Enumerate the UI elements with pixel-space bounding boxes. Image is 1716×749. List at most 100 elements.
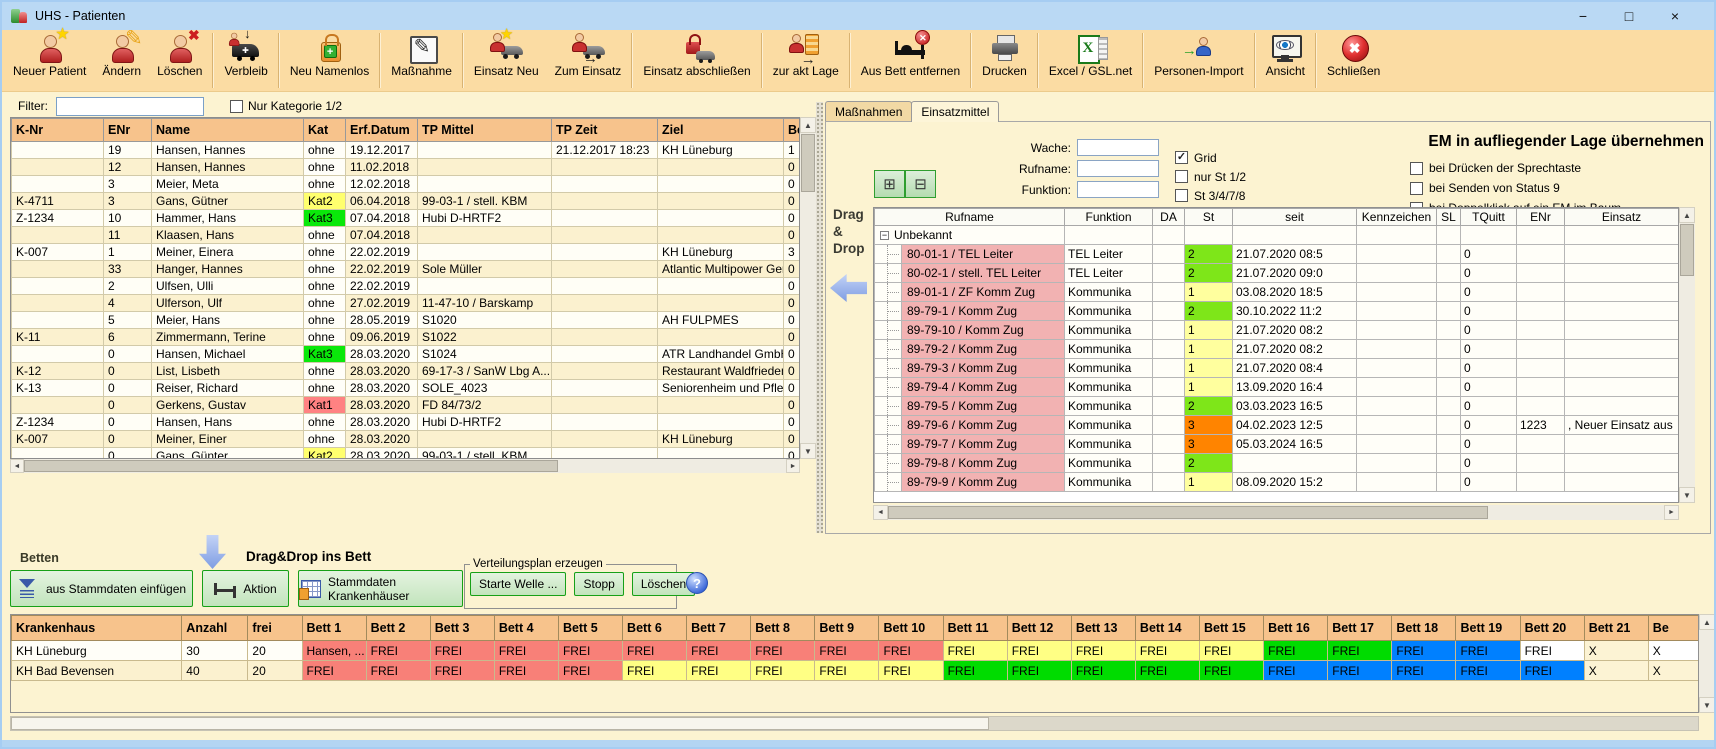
scroll-right-icon[interactable]: ► — [1664, 505, 1679, 520]
bed-cell[interactable]: FREI — [1328, 661, 1392, 681]
stopp-button[interactable]: Stopp — [574, 572, 623, 596]
em-row[interactable]: 80-02-1 / stell. TEL LeiterTEL Leiter221… — [875, 264, 1679, 283]
bed-cell[interactable]: FREI — [1264, 661, 1328, 681]
bed-cell[interactable]: FREI — [943, 641, 1007, 661]
patient-row[interactable]: K-47113Gans, GütnerKat206.04.201899-03-1… — [12, 193, 801, 210]
patients-hscrollbar[interactable]: ◄ ► — [10, 459, 800, 473]
tab-einsatzmittel[interactable]: Einsatzmittel — [911, 101, 999, 122]
bed-cell[interactable]: FREI — [943, 661, 1007, 681]
column-header-einsatz[interactable]: Einsatz — [1565, 209, 1679, 226]
toolbar-button-aus-bett-entfernen[interactable]: Aus Bett entfernen — [853, 30, 968, 91]
column-header-be[interactable]: Be — [1648, 616, 1699, 641]
scroll-up-icon[interactable]: ▲ — [1699, 614, 1715, 630]
bed-cell[interactable]: FREI — [1520, 641, 1584, 661]
scroll-down-icon[interactable]: ▼ — [1679, 487, 1695, 503]
beds-vscrollbar[interactable]: ▲ ▼ — [1699, 614, 1715, 713]
column-header-bett-7[interactable]: Bett 7 — [687, 616, 751, 641]
bed-cell[interactable]: Hansen, ... — [302, 641, 366, 661]
wache-input[interactable] — [1077, 139, 1159, 156]
toolbar-button-neu-namenlos[interactable]: Neu Namenlos — [282, 30, 377, 91]
patient-row[interactable]: 0Hansen, MichaelKat328.03.2020S1024ATR L… — [12, 346, 801, 363]
column-header-enr[interactable]: ENr — [104, 119, 152, 142]
bed-cell[interactable]: FREI — [1328, 641, 1392, 661]
column-header-frei[interactable]: frei — [248, 616, 302, 641]
column-header-bett-18[interactable]: Bett 18 — [1392, 616, 1456, 641]
scroll-up-icon[interactable]: ▲ — [800, 117, 816, 133]
filter-input[interactable] — [56, 97, 204, 116]
bed-cell[interactable]: FREI — [751, 661, 815, 681]
bed-cell[interactable]: FREI — [815, 641, 879, 661]
rufname-input[interactable] — [1077, 160, 1159, 177]
bed-cell[interactable]: FREI — [366, 641, 430, 661]
em-row[interactable]: 89-79-5 / Komm ZugKommunika203.03.2023 1… — [875, 397, 1679, 416]
column-header-bett-14[interactable]: Bett 14 — [1135, 616, 1199, 641]
bed-cell[interactable]: FREI — [1071, 641, 1135, 661]
column-header-st[interactable]: St — [1185, 209, 1233, 226]
toolbar-button-ansicht[interactable]: Ansicht — [1258, 30, 1313, 91]
em-row[interactable]: 89-79-3 / Komm ZugKommunika121.07.2020 0… — [875, 359, 1679, 378]
em-row[interactable]: 89-79-8 / Komm ZugKommunika20 — [875, 454, 1679, 473]
bed-cell[interactable]: FREI — [879, 661, 943, 681]
close-button[interactable]: × — [1652, 3, 1698, 29]
aktion-button[interactable]: Aktion — [202, 570, 289, 607]
em-row[interactable]: 89-79-2 / Komm ZugKommunika121.07.2020 0… — [875, 340, 1679, 359]
toolbar-button-excel-gsl-net[interactable]: Excel / GSL.net — [1041, 30, 1140, 91]
patient-row[interactable]: 3Meier, Metaohne12.02.20180 — [12, 176, 801, 193]
column-header-bett-20[interactable]: Bett 20 — [1520, 616, 1584, 641]
column-header-enr[interactable]: ENr — [1517, 209, 1565, 226]
toolbar-button-neuer-patient[interactable]: Neuer Patient — [5, 30, 94, 91]
toolbar-button-zur-akt-lage[interactable]: zur akt Lage — [765, 30, 847, 91]
scroll-up-icon[interactable]: ▲ — [1679, 207, 1695, 223]
bed-cell[interactable]: X — [1584, 641, 1648, 661]
bed-cell[interactable]: X — [1584, 661, 1648, 681]
bed-cell[interactable]: FREI — [751, 641, 815, 661]
aus-stammdaten-einfuegen-button[interactable]: aus Stammdaten einfügen — [10, 570, 193, 607]
column-header-tp-mittel[interactable]: TP Mittel — [418, 119, 552, 142]
toolbar-button-zum-einsatz[interactable]: Zum Einsatz — [547, 30, 630, 91]
column-header-bett-16[interactable]: Bett 16 — [1264, 616, 1328, 641]
bed-cell[interactable]: FREI — [366, 661, 430, 681]
column-header-tquitt[interactable]: TQuitt — [1461, 209, 1517, 226]
patient-row[interactable]: Z-12340Hansen, Hansohne28.03.2020Hubi D-… — [12, 414, 801, 431]
em-group-row[interactable]: −Unbekannt — [875, 226, 1679, 245]
column-header-bett-12[interactable]: Bett 12 — [1007, 616, 1071, 641]
scroll-down-icon[interactable]: ▼ — [1699, 697, 1715, 713]
column-header-bett-1[interactable]: Bett 1 — [302, 616, 366, 641]
bed-cell[interactable]: FREI — [623, 641, 687, 661]
column-header-bett-5[interactable]: Bett 5 — [558, 616, 622, 641]
column-header-bett-19[interactable]: Bett 19 — [1456, 616, 1520, 641]
column-header-bett-15[interactable]: Bett 15 — [1200, 616, 1264, 641]
scroll-thumb[interactable] — [1680, 224, 1694, 276]
maximize-button[interactable]: □ — [1606, 3, 1652, 29]
splitter-handle[interactable] — [816, 102, 823, 533]
grid-checkbox[interactable] — [1175, 151, 1188, 164]
bed-cell[interactable]: FREI — [1200, 661, 1264, 681]
bed-cell[interactable]: FREI — [1135, 661, 1199, 681]
toolbar-button-aendern[interactable]: Ändern — [94, 30, 149, 91]
toolbar-button-loeschen[interactable]: Löschen — [149, 30, 210, 91]
bed-cell[interactable]: FREI — [879, 641, 943, 661]
column-header-bett-11[interactable]: Bett 11 — [943, 616, 1007, 641]
column-header-anzahl[interactable]: Anzahl — [182, 616, 248, 641]
em-row[interactable]: 89-79-6 / Komm ZugKommunika304.02.2023 1… — [875, 416, 1679, 435]
scroll-thumb[interactable] — [11, 717, 989, 730]
patient-row[interactable]: K-120List, Lisbethohne28.03.202069-17-3 … — [12, 363, 801, 380]
patient-row[interactable]: 19Hansen, Hannesohne19.12.201721.12.2017… — [12, 142, 801, 159]
column-header-erf-datum[interactable]: Erf.Datum — [346, 119, 418, 142]
column-header-bett-2[interactable]: Bett 2 — [366, 616, 430, 641]
bed-cell[interactable]: FREI — [558, 641, 622, 661]
column-header-ziel[interactable]: Ziel — [658, 119, 784, 142]
toolbar-button-drucken[interactable]: Drucken — [974, 30, 1035, 91]
toolbar-button-verbleib[interactable]: Verbleib — [216, 30, 275, 91]
patient-row[interactable]: K-0070Meiner, Einerohne28.03.2020KH Lüne… — [12, 431, 801, 448]
column-header-krankenhaus[interactable]: Krankenhaus — [12, 616, 182, 641]
funktion-input[interactable] — [1077, 181, 1159, 198]
column-header-bett-3[interactable]: Bett 3 — [430, 616, 494, 641]
bed-cell[interactable]: FREI — [687, 641, 751, 661]
scroll-left-icon[interactable]: ◄ — [873, 505, 888, 520]
column-header-bett-13[interactable]: Bett 13 — [1071, 616, 1135, 641]
patient-row[interactable]: 4Ulferson, Ulfohne27.02.201911-47-10 / B… — [12, 295, 801, 312]
bed-cell[interactable]: FREI — [302, 661, 366, 681]
column-header-bett-8[interactable]: Bett 8 — [751, 616, 815, 641]
bed-cell[interactable]: FREI — [1456, 641, 1520, 661]
